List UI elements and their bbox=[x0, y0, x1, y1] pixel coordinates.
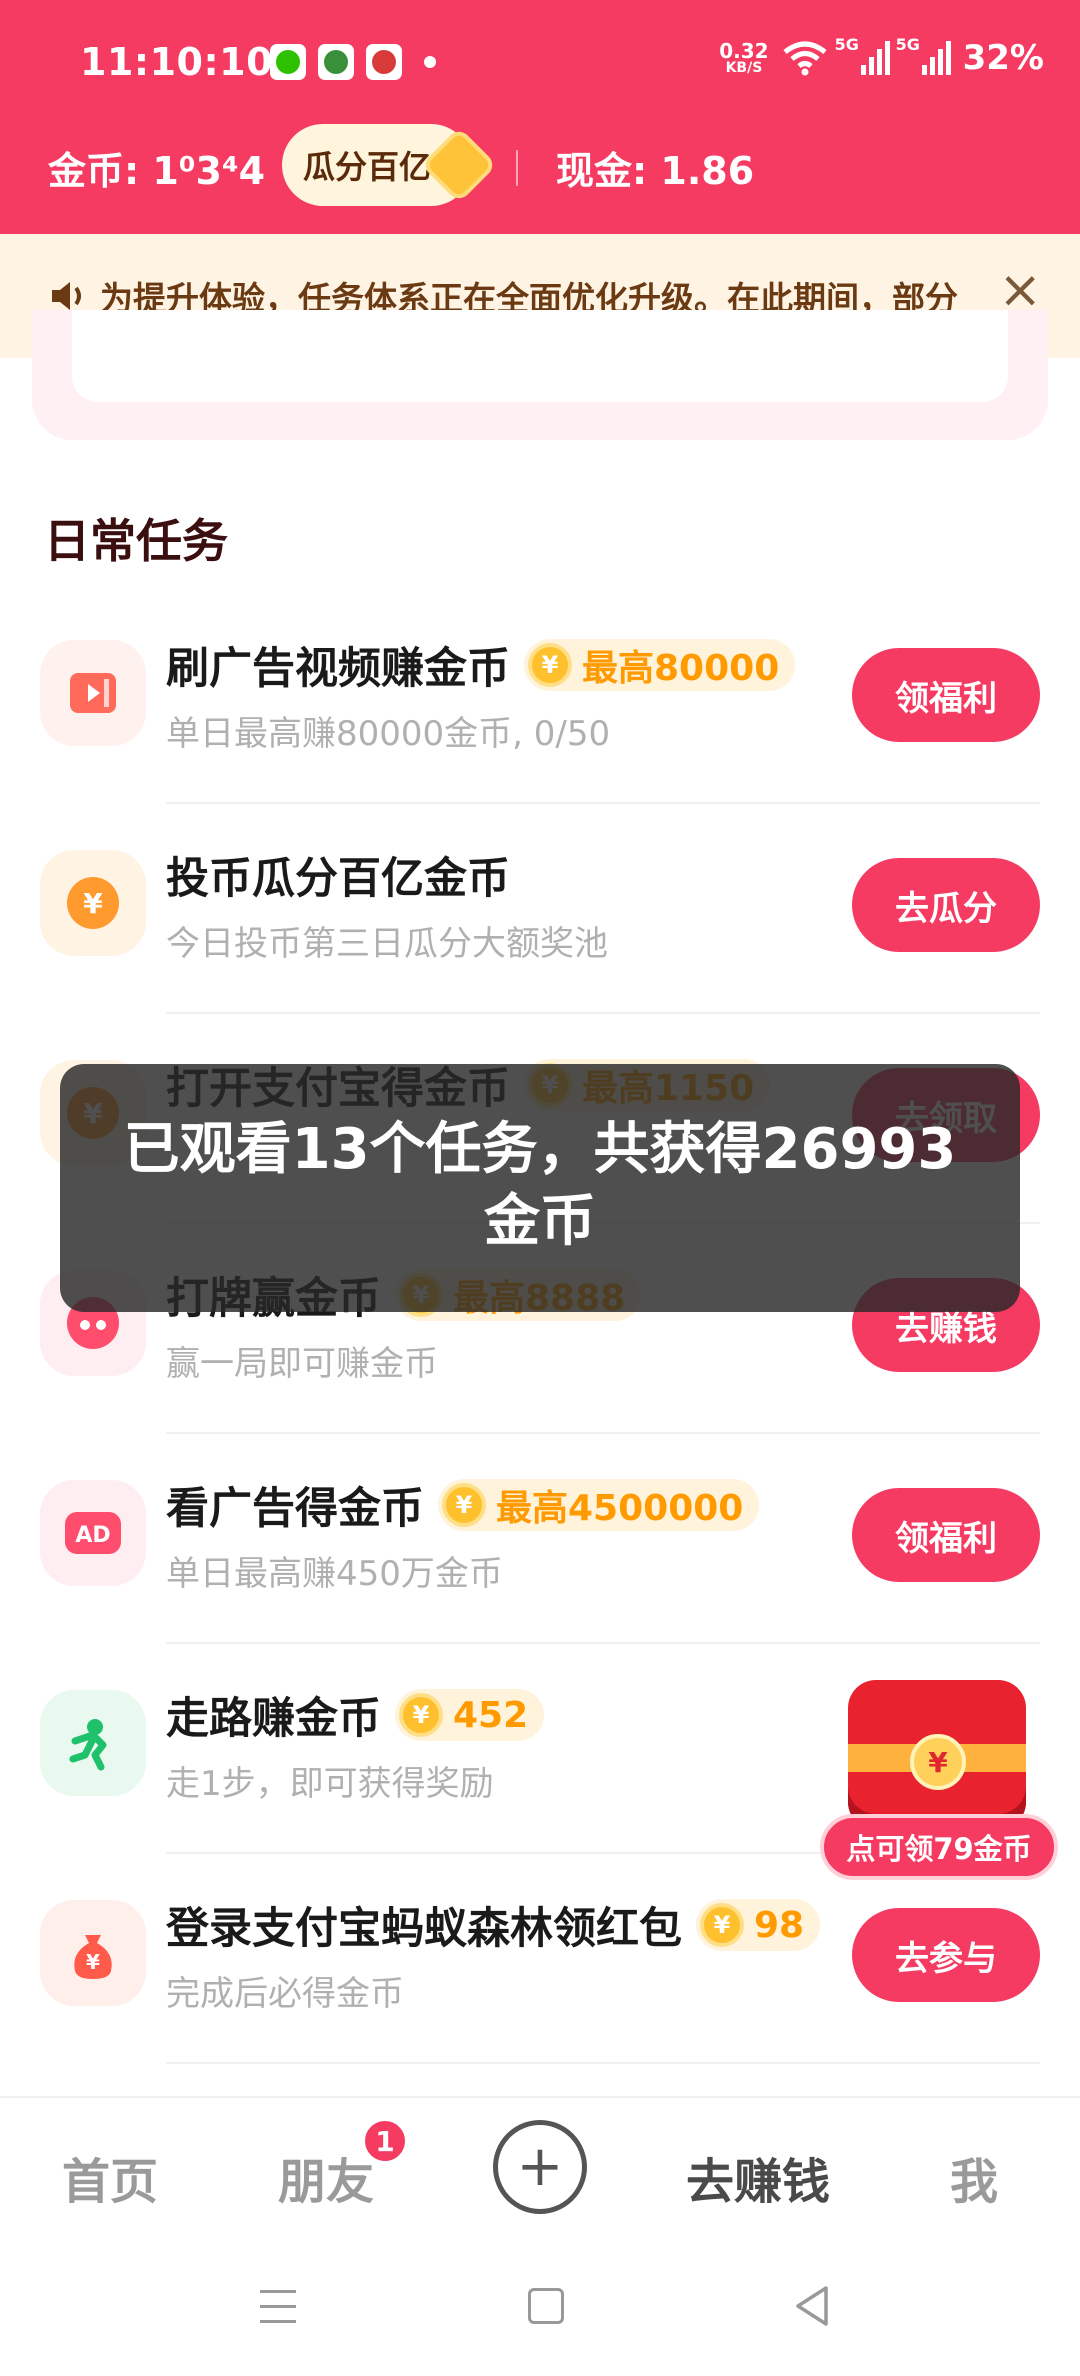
plus-icon: + bbox=[516, 2134, 564, 2199]
cell-signal-icon: 5G bbox=[835, 35, 890, 75]
task-action-button[interactable]: 去参与 bbox=[852, 1908, 1040, 2002]
task-title: 刷广告视频赚金币 bbox=[166, 644, 510, 694]
task-title: 投币瓜分百亿金币 bbox=[166, 854, 510, 904]
coin-icon: ¥ bbox=[528, 643, 572, 687]
divider bbox=[166, 2062, 1040, 2064]
reward-amount: 最高80000 bbox=[582, 648, 780, 689]
task-action-button[interactable]: 领福利 bbox=[852, 1488, 1040, 1582]
coin-icon: ¥ bbox=[442, 1483, 486, 1527]
running-icon bbox=[40, 1690, 146, 1796]
nav-earn[interactable]: 去赚钱 bbox=[686, 2142, 830, 2212]
nav-me[interactable]: 我 bbox=[950, 2142, 998, 2212]
svg-text:¥: ¥ bbox=[86, 1950, 100, 1974]
task-row: AD 看广告得金币 ¥ 最高4500000 单日最高赚450万金币 领福利 bbox=[0, 1434, 1080, 1644]
task-subtitle: 完成后必得金币 bbox=[166, 1974, 404, 2014]
friends-badge: 1 bbox=[362, 2118, 408, 2164]
task-title: 登录支付宝蚂蚁森林领红包 bbox=[166, 1904, 682, 1954]
task-subtitle: 单日最高赚450万金币 bbox=[166, 1554, 503, 1594]
cell-signal-icon: 5G bbox=[896, 35, 951, 75]
task-action-button[interactable]: 领福利 bbox=[852, 648, 1040, 742]
coin-icon: ¥ bbox=[700, 1903, 744, 1947]
previous-card bbox=[32, 310, 1048, 440]
previous-card-inner bbox=[72, 310, 1008, 402]
task-title-row: 投币瓜分百亿金币 bbox=[166, 844, 510, 906]
bottom-nav: 首页 朋友 1 + 去赚钱 我 bbox=[0, 2096, 1080, 2236]
reward-amount: 98 bbox=[754, 1904, 805, 1946]
video-play-icon bbox=[40, 640, 146, 746]
battery-level: 32% bbox=[962, 38, 1044, 78]
system-nav bbox=[0, 2236, 1080, 2376]
toast-message: 已观看13个任务，共获得26993金币 bbox=[60, 1064, 1020, 1312]
reward-chip: ¥98 bbox=[696, 1899, 821, 1951]
recent-apps-icon[interactable] bbox=[260, 2290, 296, 2324]
home-icon[interactable] bbox=[528, 2288, 564, 2324]
wifi-icon bbox=[783, 41, 827, 76]
signal-label: 5G bbox=[834, 35, 859, 54]
more-notifications-dot-icon bbox=[424, 56, 436, 68]
cash-balance[interactable]: 现金: 1.86 bbox=[556, 140, 754, 195]
nav-home[interactable]: 首页 bbox=[62, 2142, 158, 2212]
task-subtitle: 单日最高赚80000金币, 0/50 bbox=[166, 714, 611, 754]
back-icon[interactable] bbox=[792, 2284, 832, 2328]
task-title: 看广告得金币 bbox=[166, 1484, 424, 1534]
header: 11:10:10 0.32 KB/S 5G 5G 32% 金币: 1⁰3⁴4 瓜… bbox=[0, 0, 1080, 234]
close-icon[interactable]: × bbox=[998, 264, 1042, 316]
status-bar: 11:10:10 0.32 KB/S 5G 5G 32% bbox=[0, 0, 1080, 128]
ad-icon: AD bbox=[40, 1480, 146, 1586]
net-speed-value: 0.32 bbox=[719, 39, 769, 63]
task-subtitle: 赢一局即可赚金币 bbox=[166, 1344, 438, 1384]
yuan-coin-icon: ¥ bbox=[40, 850, 146, 956]
diamond-coin-icon bbox=[426, 132, 492, 198]
speaker-icon bbox=[52, 282, 81, 310]
task-action-button[interactable]: 去瓜分 bbox=[852, 858, 1040, 952]
reward-chip: ¥ 最高4500000 bbox=[438, 1479, 760, 1531]
reward-amount: 452 bbox=[453, 1694, 529, 1736]
task-title: 走路赚金币 bbox=[166, 1694, 381, 1744]
task-subtitle: 走1步，即可获得奖励 bbox=[166, 1764, 494, 1804]
floating-reward-button[interactable]: ¥ 点可领79金币 bbox=[820, 1680, 1060, 1886]
task-title-row: 刷广告视频赚金币 ¥ 最高80000 bbox=[166, 634, 796, 696]
task-title-row: 走路赚金币 ¥452 bbox=[166, 1684, 545, 1746]
plus-button[interactable]: + bbox=[493, 2120, 587, 2214]
svg-text:AD: AD bbox=[75, 1523, 110, 1548]
floating-reward-label: 点可领79金币 bbox=[820, 1814, 1058, 1880]
money-bag-icon: ¥ bbox=[40, 1900, 146, 2006]
task-title-row: 看广告得金币 ¥ 最高4500000 bbox=[166, 1474, 760, 1536]
task-subtitle: 今日投币第三日瓜分大额奖池 bbox=[166, 924, 608, 964]
reward-amount: 最高4500000 bbox=[496, 1488, 744, 1529]
header-divider bbox=[516, 150, 518, 186]
task-row: ¥ 投币瓜分百亿金币今日投币第三日瓜分大额奖池 去瓜分 bbox=[0, 804, 1080, 1014]
section-title: 日常任务 bbox=[44, 514, 228, 568]
coin-balance[interactable]: 金币: 1⁰3⁴4 bbox=[48, 140, 265, 195]
net-speed: 0.32 KB/S bbox=[719, 41, 768, 75]
wechat-icon bbox=[270, 44, 306, 80]
net-speed-unit: KB/S bbox=[725, 60, 763, 76]
balance-row: 金币: 1⁰3⁴4 瓜分百亿 现金: 1.86 bbox=[0, 120, 1080, 220]
yuan-coin-icon: ¥ bbox=[910, 1734, 966, 1790]
status-time: 11:10:10 bbox=[80, 40, 274, 84]
app-notification-icon bbox=[318, 44, 354, 80]
promo-pill-label: 瓜分百亿 bbox=[302, 148, 431, 186]
reward-chip: ¥452 bbox=[395, 1689, 545, 1741]
coin-icon: ¥ bbox=[399, 1693, 443, 1737]
task-row: 刷广告视频赚金币 ¥ 最高80000 单日最高赚80000金币, 0/50 领福利 bbox=[0, 594, 1080, 804]
notification-icons bbox=[270, 44, 436, 80]
task-title-row: 登录支付宝蚂蚁森林领红包 ¥98 bbox=[166, 1894, 821, 1956]
status-right: 0.32 KB/S 5G 5G 32% bbox=[719, 35, 1044, 78]
promo-pill-button[interactable]: 瓜分百亿 bbox=[282, 124, 492, 206]
signal-label: 5G bbox=[895, 35, 920, 54]
nav-friends[interactable]: 朋友 bbox=[278, 2142, 374, 2212]
app-notification-icon bbox=[366, 44, 402, 80]
svg-text:¥: ¥ bbox=[83, 887, 103, 920]
reward-chip: ¥ 最高80000 bbox=[524, 639, 796, 691]
